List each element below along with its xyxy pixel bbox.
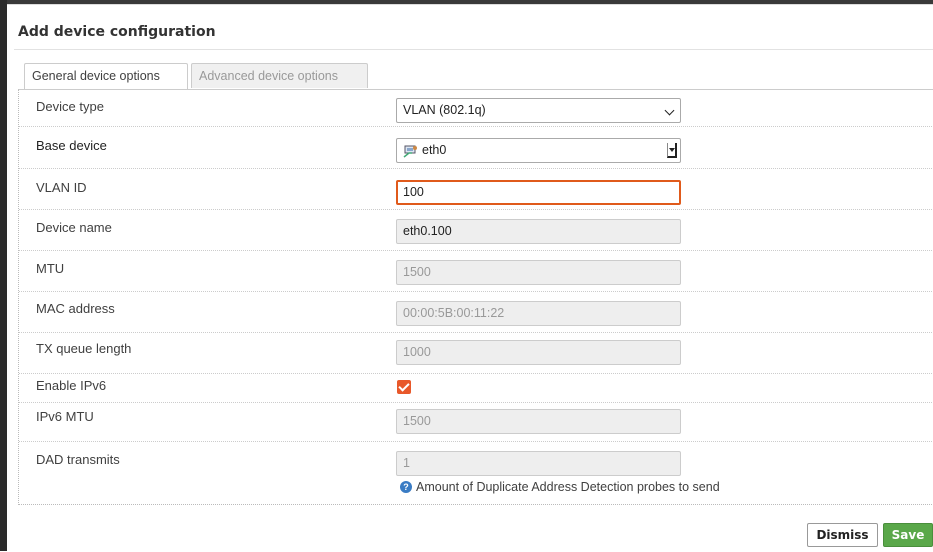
- base-device-row: Base device eth0: [19, 127, 933, 169]
- base-device-value: eth0: [422, 143, 447, 157]
- enable-ipv6-checkbox[interactable]: [397, 380, 411, 394]
- mtu-placeholder: 1500: [403, 265, 431, 279]
- base-device-dropdown[interactable]: eth0: [396, 138, 681, 163]
- vlan-id-input[interactable]: 100: [396, 180, 681, 205]
- dismiss-button[interactable]: Dismiss: [807, 523, 878, 547]
- base-device-label: Base device: [36, 138, 107, 153]
- mtu-input[interactable]: 1500: [396, 260, 681, 285]
- dad-transmits-help-text: Amount of Duplicate Address Detection pr…: [416, 480, 720, 494]
- dad-transmits-placeholder: 1: [403, 456, 410, 470]
- device-name-value: eth0.100: [403, 224, 452, 238]
- dad-transmits-help: ? Amount of Duplicate Address Detection p…: [400, 480, 720, 494]
- mac-address-label: MAC address: [36, 301, 115, 316]
- mtu-row: MTU 1500: [19, 251, 933, 292]
- device-type-value: VLAN (802.1q): [403, 103, 486, 117]
- device-name-row: Device name eth0.100: [19, 210, 933, 251]
- tx-queue-length-label: TX queue length: [36, 341, 132, 356]
- ipv6-mtu-label: IPv6 MTU: [36, 409, 94, 424]
- dad-transmits-input[interactable]: 1: [396, 451, 681, 476]
- ipv6-mtu-input[interactable]: 1500: [396, 409, 681, 434]
- title-divider: [14, 49, 933, 50]
- dropdown-arrow-icon: [667, 143, 677, 158]
- enable-ipv6-row: Enable IPv6: [19, 374, 933, 403]
- tx-queue-length-row: TX queue length 1000: [19, 333, 933, 374]
- network-port-icon: [403, 143, 418, 158]
- tab-advanced-device-options[interactable]: Advanced device options: [191, 63, 368, 88]
- chevron-down-icon: [664, 105, 675, 116]
- vlan-id-value: 100: [403, 185, 424, 199]
- device-name-label: Device name: [36, 220, 112, 235]
- device-type-row: Device type VLAN (802.1q): [19, 90, 933, 127]
- tab-general-device-options[interactable]: General device options: [24, 63, 188, 89]
- ipv6-mtu-placeholder: 1500: [403, 414, 431, 428]
- modal-title: Add device configuration: [18, 24, 216, 40]
- dad-transmits-label: DAD transmits: [36, 452, 120, 467]
- device-name-input[interactable]: eth0.100: [396, 219, 681, 244]
- save-button[interactable]: Save: [883, 523, 933, 547]
- tx-queue-length-placeholder: 1000: [403, 345, 431, 359]
- general-options-panel: Device type VLAN (802.1q) Base device et…: [18, 89, 933, 505]
- device-type-label: Device type: [36, 99, 104, 114]
- mac-address-input[interactable]: 00:00:5B:00:11:22: [396, 301, 681, 326]
- tx-queue-length-input[interactable]: 1000: [396, 340, 681, 365]
- mac-address-row: MAC address 00:00:5B:00:11:22: [19, 292, 933, 333]
- help-icon: ?: [400, 480, 412, 493]
- modal-dialog: Add device configuration General device …: [7, 4, 933, 552]
- window-left-border: [0, 0, 7, 551]
- mac-address-placeholder: 00:00:5B:00:11:22: [403, 306, 505, 320]
- ipv6-mtu-row: IPv6 MTU 1500: [19, 403, 933, 442]
- enable-ipv6-label: Enable IPv6: [36, 378, 107, 393]
- vlan-id-row: VLAN ID 100: [19, 169, 933, 210]
- vlan-id-label: VLAN ID: [36, 180, 87, 195]
- device-type-select[interactable]: VLAN (802.1q): [396, 98, 681, 123]
- mtu-label: MTU: [36, 261, 65, 276]
